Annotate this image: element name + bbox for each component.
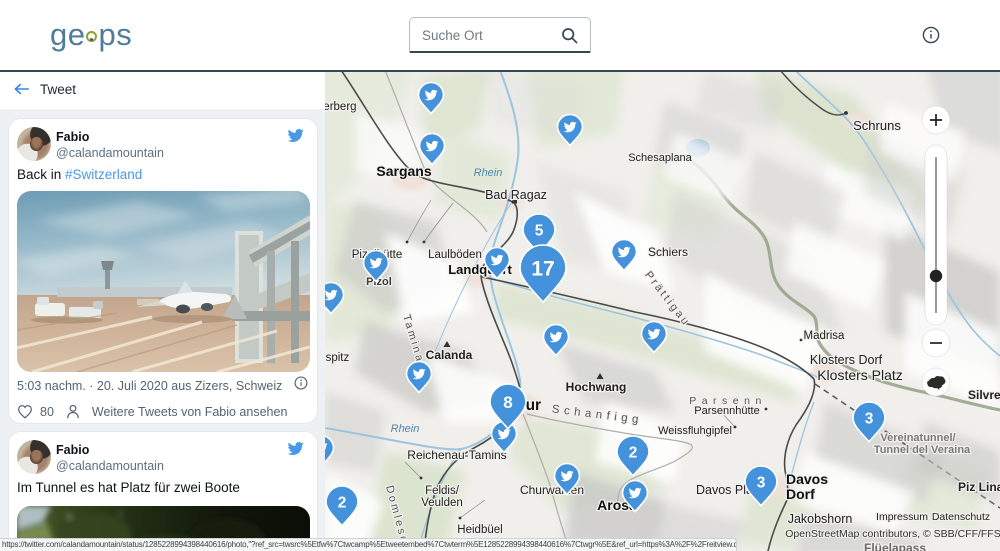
svg-text:Klosters Platz: Klosters Platz [817,367,903,383]
svg-text:Jakobshorn: Jakobshorn [788,512,853,526]
svg-text:Schesaplana: Schesaplana [628,152,692,164]
svg-text:Davos: Davos [786,471,828,487]
svg-text:Madrisa: Madrisa [804,330,846,342]
svg-text:3: 3 [757,475,766,492]
svg-text:2: 2 [338,495,347,512]
svg-text:Laulböden: Laulböden [428,249,482,261]
svg-text:Heidbüel: Heidbüel [457,524,502,536]
svg-text:17: 17 [531,258,554,281]
svg-text:Reichenau-Tamins: Reichenau-Tamins [407,448,506,462]
svg-text:Calanda: Calanda [426,348,473,362]
svg-text:8: 8 [503,393,512,412]
svg-text:Piz Linard: Piz Linard [958,480,1000,494]
svg-text:Tunnel del Veraina: Tunnel del Veraina [874,444,971,456]
svg-text:Flumserberg: Flumserberg [325,101,357,113]
svg-text:Schiers: Schiers [648,245,688,259]
svg-text:Silvretta: Silvretta [968,388,1000,402]
svg-text:Veulden: Veulden [421,497,463,509]
svg-text:5: 5 [535,223,544,240]
svg-text:Hochwang: Hochwang [566,380,627,394]
svg-text:Rhein: Rhein [474,167,503,179]
svg-text:2: 2 [629,445,638,462]
svg-text:Bad Ragaz: Bad Ragaz [485,188,547,202]
svg-text:Parsennhütte: Parsennhütte [694,405,759,417]
svg-text:Weissfluhgipfel: Weissfluhgipfel [658,425,732,437]
svg-text:Dorf: Dorf [786,486,815,502]
svg-text:Sargans: Sargans [376,163,431,179]
svg-text:Flüelapass: Flüelapass [864,541,926,551]
svg-text:Rhein: Rhein [391,423,420,435]
svg-text:Vereinatunnel/: Vereinatunnel/ [880,432,955,444]
svg-text:Klosters Dorf: Klosters Dorf [810,353,883,367]
svg-text:Feldis/: Feldis/ [425,485,460,497]
svg-text:3: 3 [865,411,874,428]
svg-text:Datenschutz: Datenschutz [932,511,990,523]
svg-text:OpenStreetMap contributors, ©: OpenStreetMap contributors, © SBB/CFF/FF… [785,528,1000,540]
svg-text:Ringelspitz: Ringelspitz [325,352,349,364]
svg-text:Impressum: Impressum [876,511,928,523]
svg-text:Schruns: Schruns [853,118,901,133]
